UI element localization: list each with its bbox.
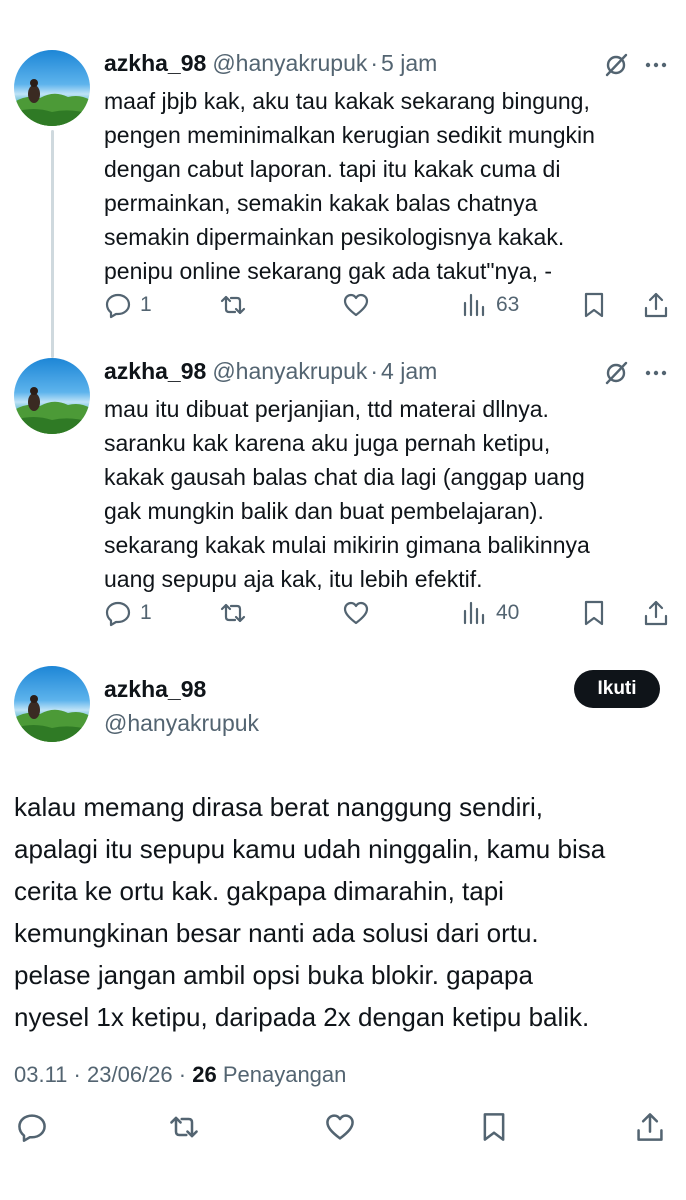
display-name[interactable]: azkha_98 [104, 358, 206, 384]
views-icon [463, 293, 485, 317]
tweet-actions: 1 40 [0, 596, 686, 630]
avatar-image [14, 79, 90, 126]
tweet-header: azkha_98 @hanyakrupuk · 4 jam [104, 354, 437, 388]
share-icon [637, 1113, 663, 1141]
tweet-meta: 03.11 · 23/06/26 · 26 Penayangan [14, 1060, 346, 1090]
retweet-button[interactable] [219, 596, 247, 630]
like-button[interactable] [342, 596, 370, 630]
share-button[interactable] [634, 1110, 666, 1144]
tweet-date[interactable]: 23/06/26 [87, 1062, 173, 1087]
retweet-icon [220, 603, 246, 623]
main-tweet-actions [0, 1110, 686, 1150]
bookmark-icon [584, 600, 604, 626]
views-icon [463, 601, 485, 625]
heart-icon [343, 293, 369, 317]
display-name[interactable]: azkha_98 [104, 672, 206, 706]
separator: · [370, 358, 379, 384]
avatar[interactable] [14, 358, 90, 434]
retweet-icon [220, 295, 246, 315]
tweet-header: azkha_98 @hanyakrupuk · 5 jam [104, 46, 437, 80]
views-button[interactable]: 40 [460, 596, 519, 630]
reply-count: 1 [140, 293, 152, 316]
reply-count: 1 [140, 601, 152, 624]
share-icon [644, 292, 668, 318]
heart-icon [326, 1114, 354, 1140]
reply-button[interactable] [16, 1110, 48, 1144]
views-count: 40 [496, 601, 520, 624]
bookmark-button[interactable] [580, 288, 608, 322]
views-count: 26 [192, 1062, 217, 1087]
grok-icon[interactable] [601, 358, 631, 388]
like-button[interactable] [342, 288, 370, 322]
retweet-button[interactable] [168, 1110, 200, 1144]
grok-icon[interactable] [601, 50, 631, 80]
user-handle[interactable]: @hanyakrupuk [212, 50, 367, 76]
avatar-image [14, 387, 90, 434]
user-handle[interactable]: @hanyakrupuk [212, 358, 367, 384]
share-icon [644, 600, 668, 626]
reply-icon [105, 293, 131, 319]
user-handle[interactable]: @hanyakrupuk [104, 706, 259, 740]
reply-icon [105, 601, 131, 627]
bookmark-button[interactable] [478, 1110, 510, 1144]
avatar-image [14, 695, 90, 742]
views-count: 63 [496, 293, 520, 316]
bookmark-icon [584, 292, 604, 318]
avatar[interactable] [14, 666, 90, 742]
display-name[interactable]: azkha_98 [104, 50, 206, 76]
views-button[interactable]: 63 [460, 288, 519, 322]
tweet-text: mau itu dibuat perjanjian, ttd materai d… [104, 396, 590, 592]
more-icon[interactable] [640, 50, 672, 80]
tweet-time[interactable]: 03.11 [14, 1062, 67, 1087]
retweet-button[interactable] [219, 288, 247, 322]
reply-button[interactable]: 1 [104, 288, 152, 322]
more-icon[interactable] [640, 358, 672, 388]
separator: · [370, 50, 379, 76]
avatar[interactable] [14, 50, 90, 126]
timestamp[interactable]: 5 jam [381, 50, 437, 76]
share-button[interactable] [642, 596, 670, 630]
separator: · [73, 1062, 81, 1087]
tweet-text: maaf jbjb kak, aku tau kakak sekarang bi… [104, 88, 595, 284]
retweet-icon [170, 1116, 198, 1138]
reply-icon [18, 1114, 46, 1142]
reply-button[interactable]: 1 [104, 596, 152, 630]
heart-icon [343, 601, 369, 625]
timestamp[interactable]: 4 jam [381, 358, 437, 384]
like-button[interactable] [324, 1110, 356, 1144]
bookmark-icon [483, 1113, 505, 1141]
thread-connector-line [51, 130, 54, 358]
separator: · [178, 1062, 187, 1087]
main-tweet-text: kalau memang dirasa berat nanggung sendi… [14, 792, 606, 1032]
follow-button[interactable]: Ikuti [574, 670, 660, 708]
bookmark-button[interactable] [580, 596, 608, 630]
tweet-actions: 1 63 [0, 288, 686, 322]
views-label[interactable]: Penayangan [223, 1062, 347, 1087]
share-button[interactable] [642, 288, 670, 322]
